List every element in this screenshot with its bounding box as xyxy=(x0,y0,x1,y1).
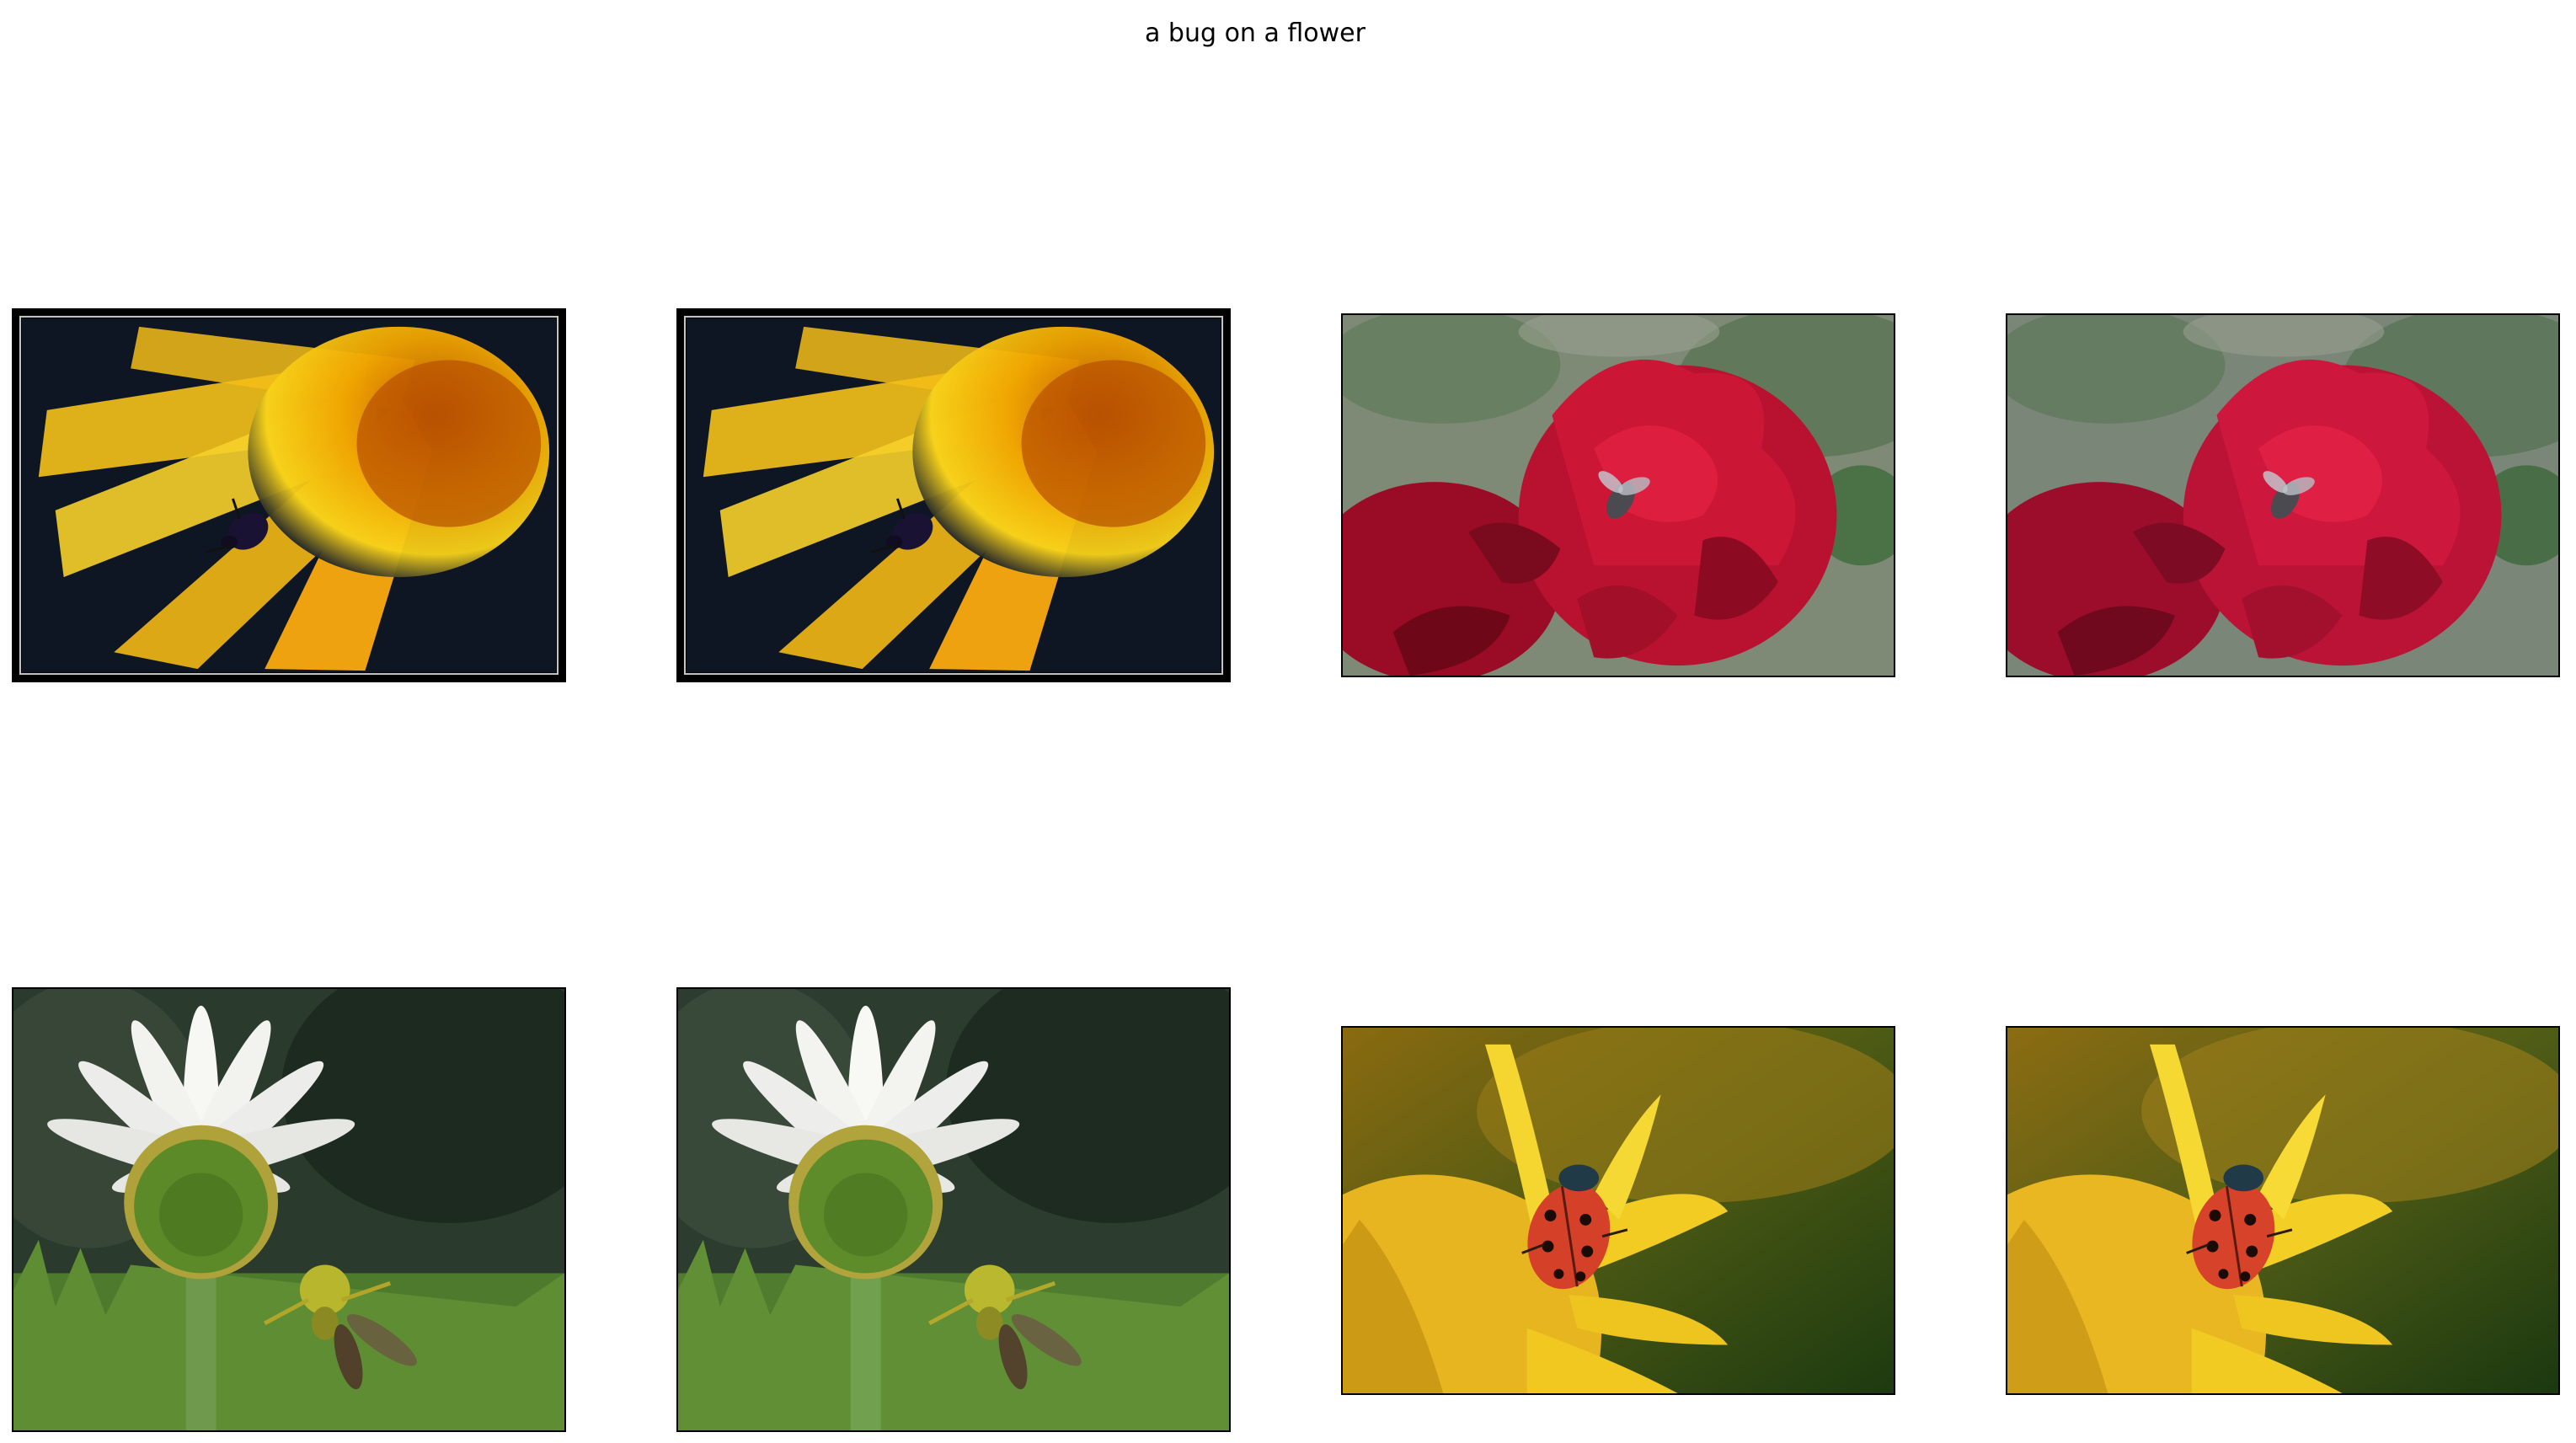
image-cell-dandelion-beetle-2 xyxy=(676,308,1231,682)
ladybug-image xyxy=(1343,1028,1894,1393)
dandelion-beetle-image xyxy=(678,310,1229,681)
image-cell-rose-fly-1 xyxy=(1341,313,1895,677)
figure-title: a bug on a flower xyxy=(1145,19,1365,48)
image-cell-rose-fly-2 xyxy=(2006,313,2560,677)
image-cell-ladybug-2 xyxy=(2006,1026,2560,1395)
daisy-spider-image xyxy=(678,989,1229,1430)
daisy-spider-image xyxy=(13,989,564,1430)
rose-fly-image xyxy=(1343,315,1894,676)
ladybug-image xyxy=(2007,1028,2558,1393)
image-cell-dandelion-beetle-1 xyxy=(12,308,566,682)
image-cell-daisy-spider-2 xyxy=(676,987,1231,1432)
rose-fly-image xyxy=(2007,315,2558,676)
image-cell-ladybug-1 xyxy=(1341,1026,1895,1395)
dandelion-beetle-image xyxy=(13,310,564,681)
image-cell-daisy-spider-1 xyxy=(12,987,566,1432)
